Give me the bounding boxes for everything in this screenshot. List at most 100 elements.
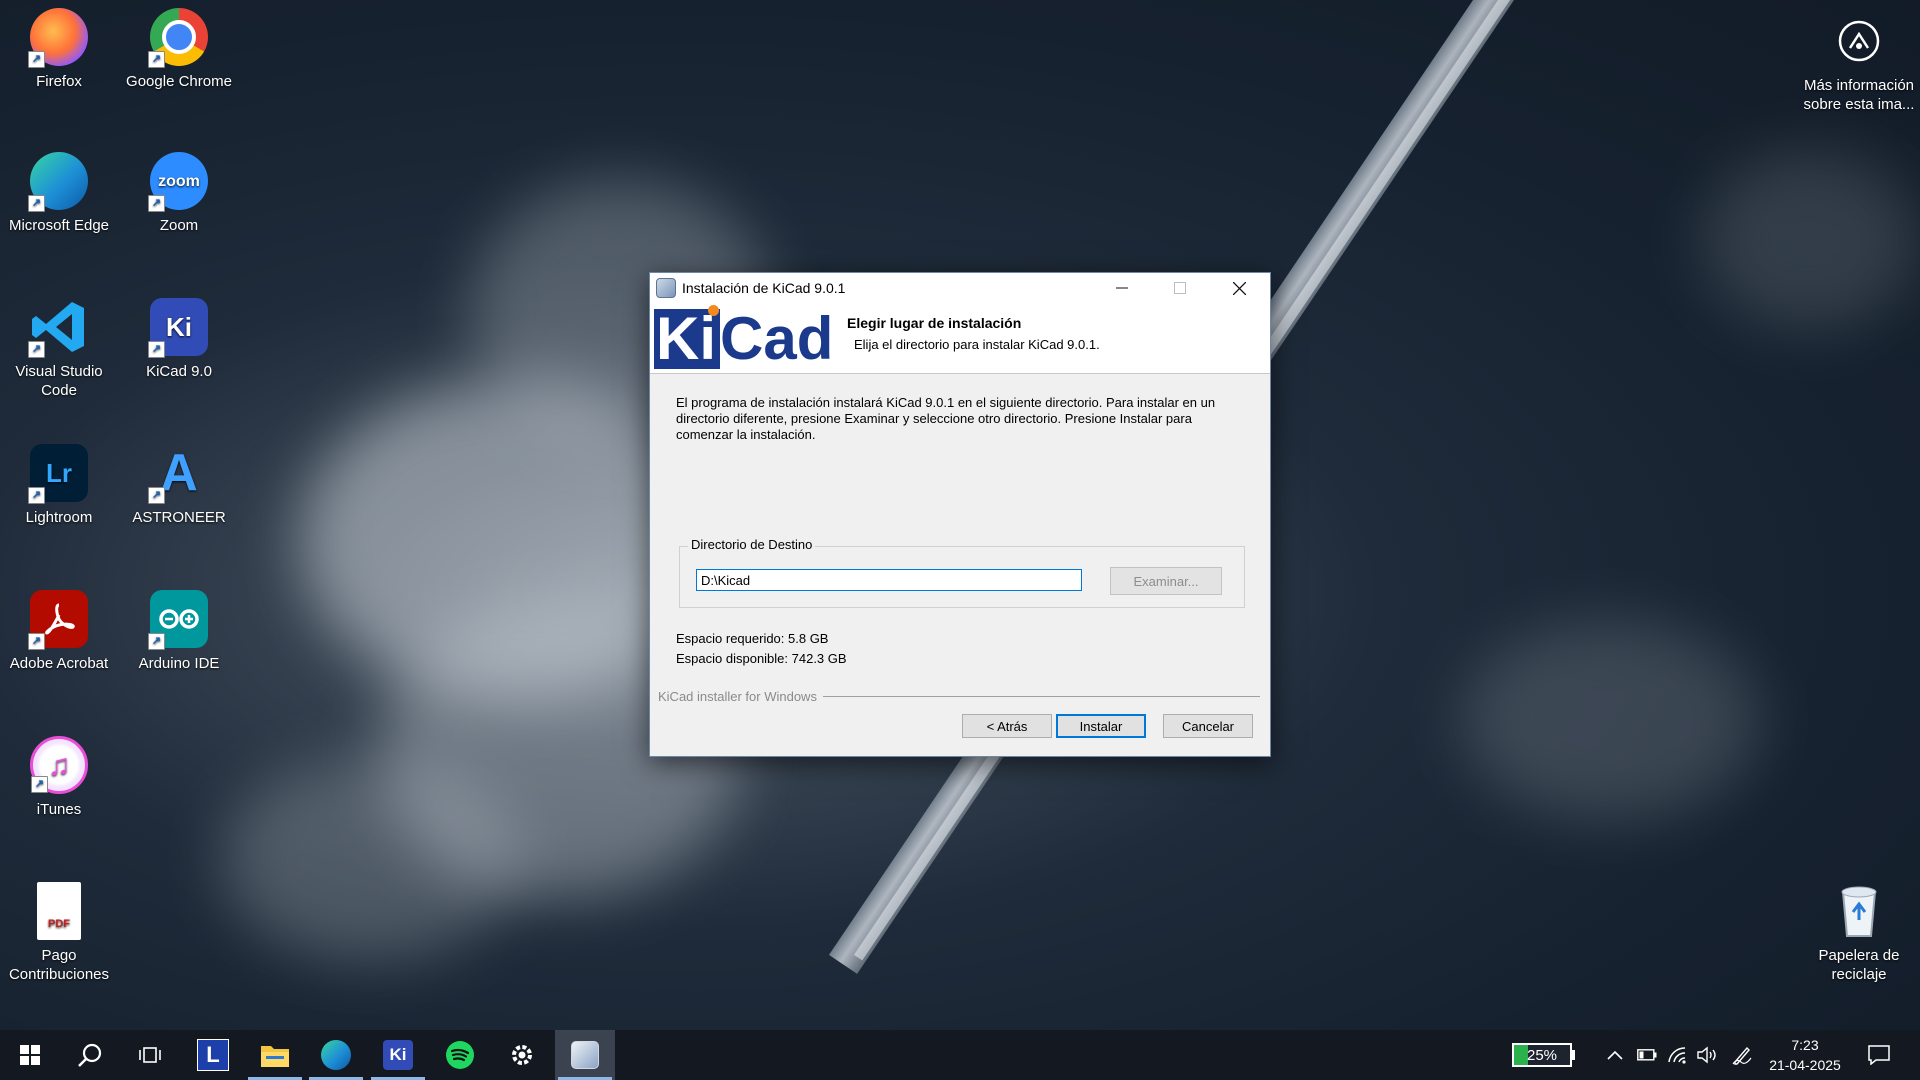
battery-percentage: 25% (1526, 1046, 1558, 1064)
tray-pen-button[interactable] (1731, 1030, 1753, 1080)
wifi-icon (1668, 1047, 1686, 1064)
desktop-icon-label: Google Chrome (126, 73, 232, 90)
desktop-icon-lightroom[interactable]: Lr ↗ Lightroom (0, 444, 118, 527)
minimize-button[interactable] (1093, 273, 1151, 303)
shortcut-arrow-icon: ↗ (28, 341, 45, 358)
space-available: Espacio disponible: 742.3 GB (676, 651, 847, 666)
battery-tray-icon (1637, 1049, 1657, 1061)
chevron-up-icon (1607, 1050, 1623, 1060)
desktop-icon-astroneer[interactable]: A ↗ ASTRONEER (120, 444, 238, 527)
desktop-icon-vscode[interactable]: ↗ Visual Studio Code (0, 298, 118, 400)
search-icon (78, 1043, 102, 1067)
kicad-installer-dialog: Instalación de KiCad 9.0.1 Ki Cad Elegir … (649, 272, 1271, 757)
desktop-icon-label: Microsoft Edge (8, 217, 110, 234)
kicad-icon: Ki (383, 1040, 413, 1070)
speaker-icon (1697, 1046, 1716, 1064)
desktop-icon-label: Arduino IDE (138, 655, 220, 672)
gear-icon (512, 1045, 532, 1065)
taskbar-spotify[interactable] (430, 1030, 490, 1080)
desktop-icon-itunes[interactable]: ♫ ↗ iTunes (0, 736, 118, 819)
close-icon (1232, 281, 1246, 295)
lightroom-icon: Lr ↗ (28, 444, 88, 504)
desktop-icon-label: Pago Contribuciones (8, 947, 110, 983)
minimize-icon (1116, 287, 1128, 289)
browse-button: Examinar... (1110, 567, 1222, 595)
desktop-icon-recycle-bin[interactable]: Papelera de reciclaje (1800, 882, 1918, 984)
camera-info-icon (1830, 12, 1888, 70)
edge-icon: ↗ (28, 152, 88, 212)
taskbar: L Ki 25% 7:23 21-04-2025 (0, 1030, 1920, 1080)
taskbar-settings[interactable] (492, 1030, 552, 1080)
taskbar-app-l[interactable]: L (183, 1030, 243, 1080)
tray-power-button[interactable] (1637, 1030, 1657, 1080)
shortcut-arrow-icon: ↗ (148, 341, 165, 358)
installer-app-icon (571, 1041, 599, 1069)
desktop-icon-label: Firefox (36, 73, 82, 90)
recycle-bin-icon (1830, 882, 1888, 940)
desktop-icon-label: Visual Studio Code (15, 363, 103, 399)
notifications-button[interactable] (1868, 1030, 1890, 1080)
shortcut-arrow-icon: ↗ (148, 633, 165, 650)
page-subtitle: Elija el directorio para instalar KiCad … (854, 337, 1100, 352)
installer-brand-line: KiCad installer for Windows (658, 689, 1260, 704)
dialog-header: Ki Cad Elegir lugar de instalación Elija … (650, 303, 1270, 374)
clock-date: 21-04-2025 (1769, 1057, 1841, 1073)
taskbar-kicad[interactable]: Ki (368, 1030, 428, 1080)
tray-network-button[interactable] (1667, 1030, 1687, 1080)
vscode-icon: ↗ (28, 298, 88, 358)
dialog-titlebar[interactable]: Instalación de KiCad 9.0.1 (650, 273, 1270, 303)
battery-icon: 25% (1512, 1043, 1572, 1067)
taskbar-installer[interactable] (555, 1030, 615, 1080)
shortcut-arrow-icon: ↗ (148, 51, 165, 68)
start-button[interactable] (0, 1030, 60, 1080)
taskbar-edge[interactable] (306, 1030, 366, 1080)
pdf-file-icon: PDF (37, 882, 81, 940)
desktop-icon-label: Más información sobre esta ima... (1803, 77, 1915, 113)
desktop-icon-acrobat[interactable]: ↗ Adobe Acrobat (0, 590, 118, 673)
tray-overflow-button[interactable] (1607, 1030, 1623, 1080)
shortcut-arrow-icon: ↗ (31, 776, 48, 793)
desktop-icon-firefox[interactable]: ↗ Firefox (0, 8, 118, 91)
l-app-icon: L (197, 1039, 229, 1071)
maximize-icon (1174, 282, 1186, 294)
pen-icon (1732, 1046, 1752, 1065)
desktop-icon-label: KiCad 9.0 (146, 363, 212, 380)
task-view-button[interactable] (120, 1030, 180, 1080)
back-button[interactable]: < Atrás (962, 714, 1052, 738)
shortcut-arrow-icon: ↗ (148, 195, 165, 212)
clock-button[interactable]: 7:23 21-04-2025 (1762, 1030, 1848, 1080)
task-view-icon (139, 1047, 161, 1063)
maximize-button (1151, 273, 1209, 303)
shortcut-arrow-icon: ↗ (28, 487, 45, 504)
kicad-icon: Ki ↗ (148, 298, 208, 358)
desktop-icon-label: Adobe Acrobat (9, 655, 109, 672)
taskbar-file-explorer[interactable] (245, 1030, 305, 1080)
edge-icon (321, 1040, 351, 1070)
desktop-icon-arduino[interactable]: ↗ Arduino IDE (120, 590, 238, 673)
arduino-icon: ↗ (148, 590, 208, 650)
desktop-icon-pago-contribuciones[interactable]: PDF Pago Contribuciones (0, 882, 118, 984)
install-path-input[interactable] (696, 569, 1082, 591)
destination-groupbox: Directorio de Destino Examinar... (679, 537, 1245, 608)
desktop-icon-label: Papelera de reciclaje (1818, 947, 1900, 983)
intro-text: El programa de instalación instalará KiC… (676, 395, 1216, 442)
cancel-button[interactable]: Cancelar (1163, 714, 1253, 738)
close-button[interactable] (1210, 273, 1268, 303)
tray-volume-button[interactable] (1696, 1030, 1718, 1080)
desktop-icon-edge[interactable]: ↗ Microsoft Edge (0, 152, 118, 235)
shortcut-arrow-icon: ↗ (148, 487, 165, 504)
desktop-icon-zoom[interactable]: zoom ↗ Zoom (120, 152, 238, 235)
search-button[interactable] (60, 1030, 120, 1080)
group-label: Directorio de Destino (688, 537, 816, 552)
clock-time: 7:23 (1791, 1037, 1819, 1053)
desktop-icon-label: ASTRONEER (132, 509, 226, 526)
shortcut-arrow-icon: ↗ (28, 633, 45, 650)
battery-indicator[interactable]: 25% (1512, 1030, 1575, 1080)
shortcut-arrow-icon: ↗ (28, 51, 45, 68)
desktop-icon-spotlight-info[interactable]: Más información sobre esta ima... (1800, 12, 1918, 114)
desktop-icon-label: iTunes (36, 801, 82, 818)
firefox-icon: ↗ (28, 8, 88, 68)
desktop-icon-kicad[interactable]: Ki ↗ KiCad 9.0 (120, 298, 238, 381)
desktop-icon-chrome[interactable]: ↗ Google Chrome (120, 8, 238, 91)
install-button[interactable]: Instalar (1056, 714, 1146, 738)
